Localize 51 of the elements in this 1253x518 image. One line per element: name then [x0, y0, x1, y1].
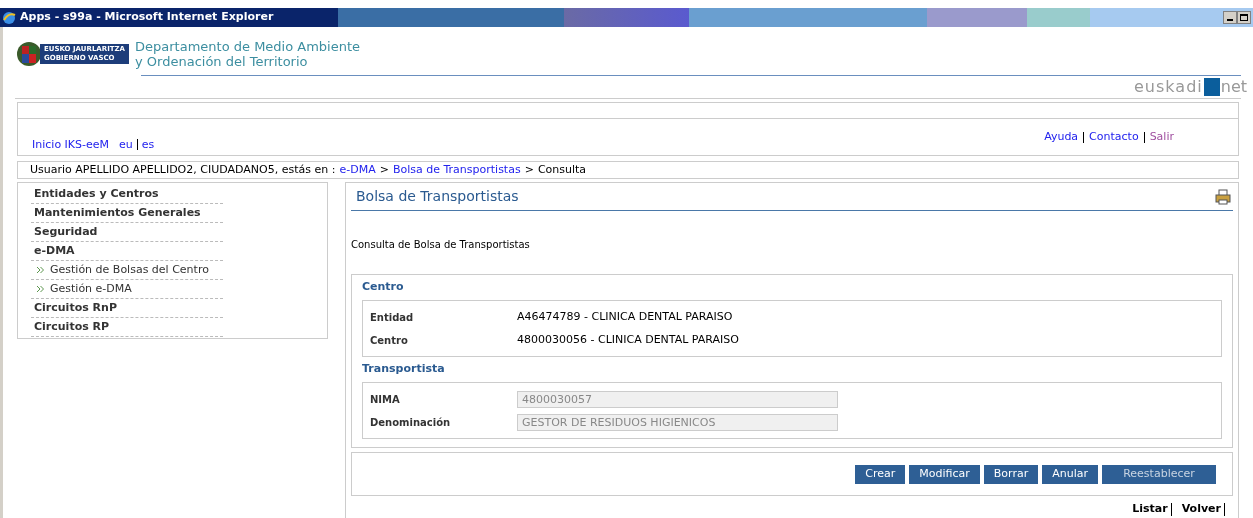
department-name: Departamento de Medio Ambiente	[135, 39, 361, 54]
menu-item[interactable]: Circuitos RP	[31, 318, 223, 337]
action-button[interactable]: Borrar	[983, 464, 1039, 484]
double-chevron-icon	[37, 286, 44, 292]
department-name: y Ordenación del Territorio	[135, 54, 309, 69]
header-link[interactable]: Ayuda	[1044, 129, 1079, 146]
minimize-icon	[1227, 19, 1233, 21]
menu-item[interactable]: Circuitos RnP	[31, 299, 223, 318]
footer-link[interactable]: Listar	[1132, 501, 1168, 518]
header-link[interactable]: Salir	[1149, 129, 1174, 146]
breadcrumb-link[interactable]: e-DMA	[339, 161, 376, 179]
menu-item[interactable]: Mantenimientos Generales	[31, 204, 223, 223]
section-title: Transportista	[362, 361, 446, 378]
field-value: 4800030056 - CLINICA DENTAL PARAISO	[517, 331, 739, 348]
field-label: Centro	[370, 333, 409, 348]
maximize-icon	[1240, 14, 1248, 21]
action-button[interactable]: Anular	[1042, 464, 1098, 484]
menu-item[interactable]: Seguridad	[31, 223, 223, 242]
field-label: Denominación	[370, 415, 452, 430]
coat-of-arms-icon	[16, 39, 42, 69]
minimize-button[interactable]	[1223, 11, 1237, 24]
logo-block-icon	[1203, 78, 1220, 96]
action-button[interactable]: Modificar	[909, 464, 980, 484]
section-title: Centro	[362, 279, 405, 296]
browser-icon	[2, 10, 16, 25]
breadcrumb-link[interactable]: Bolsa de Transportistas	[392, 161, 521, 179]
breadcrumb-current: Consulta	[537, 161, 587, 178]
action-button[interactable]: Crear	[855, 464, 906, 484]
user-location-text: Usuario APELLIDO APELLIDO2, CIUDADANO5, estás en :	[30, 161, 336, 178]
double-chevron-icon	[37, 267, 44, 273]
field-label: Entidad	[370, 310, 415, 325]
print-icon[interactable]	[1215, 188, 1231, 205]
page-subtitle: Consulta de Bolsa de Transportistas	[351, 238, 531, 252]
logo-text: net	[1220, 79, 1247, 95]
page-title: Bolsa de Transportistas	[356, 187, 519, 206]
breadcrumb-separator: >	[524, 161, 534, 178]
maximize-button[interactable]	[1237, 11, 1251, 24]
field-value: A46474789 - CLINICA DENTAL PARAISO	[517, 308, 733, 325]
submenu-item[interactable]: Gestión e-DMA	[31, 280, 223, 299]
logo-text: euskadi	[1134, 79, 1203, 95]
footer-link[interactable]: Volver	[1181, 501, 1221, 518]
submenu-item[interactable]: Gestión de Bolsas del Centro	[31, 261, 223, 280]
menu-item[interactable]: e-DMA	[31, 242, 223, 261]
language-link[interactable]: eu	[119, 136, 133, 153]
language-link[interactable]: es	[141, 136, 155, 153]
menu-item[interactable]: Entidades y Centros	[31, 185, 223, 204]
header-link[interactable]: Contacto	[1089, 129, 1139, 146]
breadcrumb-separator: >	[379, 161, 389, 178]
home-link[interactable]: Inicio IKS-eeM	[32, 136, 110, 153]
field-label: NIMA	[370, 392, 401, 407]
window-title: Apps - s99a - Microsoft Internet Explorer	[20, 9, 274, 26]
